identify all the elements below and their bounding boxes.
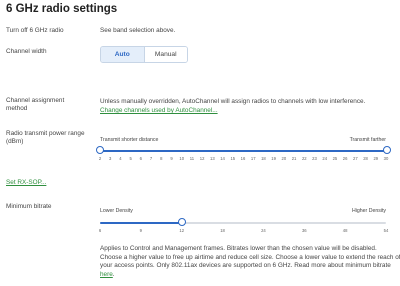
power-tick-27: 27: [353, 156, 358, 161]
bitrate-tick-18: 18: [220, 228, 225, 233]
power-tick-7: 7: [149, 156, 153, 161]
power-tick-22: 22: [301, 156, 307, 161]
power-tick-24: 24: [322, 156, 328, 161]
power-tick-17: 17: [250, 156, 256, 161]
bitrate-tick-12: 12: [179, 228, 185, 233]
power-tick-6: 6: [139, 156, 143, 161]
power-max-label: Transmit farther: [349, 137, 386, 143]
bitrate-track-fill: [100, 222, 182, 224]
channel-width-toggle: Auto Manual: [100, 46, 188, 63]
min-bitrate-label: Minimum bitrate: [6, 203, 52, 210]
power-tick-11: 11: [189, 156, 195, 161]
channel-width-manual-button[interactable]: Manual: [144, 47, 187, 62]
channel-width-auto-button[interactable]: Auto: [101, 47, 145, 62]
change-channels-link[interactable]: Change channels used by AutoChannel...: [100, 107, 218, 114]
power-tick-2: 2: [98, 156, 102, 161]
bitrate-tick-48: 48: [342, 228, 348, 233]
power-tick-29: 29: [373, 156, 379, 161]
power-tick-15: 15: [230, 156, 236, 161]
channel-assignment-description: Unless manually overridden, AutoChannel …: [100, 98, 366, 105]
power-tick-25: 25: [332, 156, 338, 161]
power-tick-3: 3: [109, 156, 112, 161]
power-tick-4: 4: [119, 156, 122, 161]
power-tick-13: 13: [210, 156, 215, 161]
power-tick-21: 21: [291, 156, 297, 161]
power-tick-16: 16: [240, 156, 246, 161]
power-tick-30: 30: [383, 156, 389, 161]
bitrate-tick-9: 9: [139, 228, 143, 233]
power-range-track: [100, 150, 386, 152]
turn-off-value: See band selection above.: [100, 27, 176, 34]
power-tick-26: 26: [342, 156, 348, 161]
power-min-label: Transmit shorter distance: [100, 137, 159, 143]
min-bitrate-slider[interactable]: 6 9 12 18 24 36 48 54: [99, 218, 388, 233]
power-tick-18: 18: [261, 156, 266, 161]
power-low-handle[interactable]: [96, 146, 104, 154]
power-tick-9: 9: [170, 156, 173, 161]
power-tick-8: 8: [160, 156, 163, 161]
power-tick-12: 12: [199, 156, 205, 161]
power-tick-28: 28: [363, 156, 368, 161]
bitrate-lower-density-label: Lower Density: [100, 208, 133, 214]
power-tick-5: 5: [129, 156, 132, 161]
power-high-handle[interactable]: [383, 146, 391, 154]
power-tick-10: 10: [179, 156, 185, 161]
bitrate-tick-54: 54: [383, 228, 389, 233]
power-tick-23: 23: [312, 156, 317, 161]
power-tick-20: 20: [281, 156, 287, 161]
set-rx-sop-link[interactable]: Set RX-SOP...: [6, 179, 46, 186]
turn-off-label: Turn off 6 GHz radio: [6, 27, 64, 34]
bitrate-tick-36: 36: [301, 228, 307, 233]
bitrate-help-link[interactable]: here: [100, 271, 113, 278]
power-range-label: Radio transmit power range (dBm): [6, 130, 85, 145]
power-tick-19: 19: [271, 156, 276, 161]
power-tick-14: 14: [220, 156, 225, 161]
bitrate-higher-density-label: Higher Density: [351, 208, 386, 214]
channel-width-label: Channel width: [6, 48, 47, 55]
page-title: 6 GHz radio settings: [6, 3, 118, 15]
channel-assignment-label: Channel assignment method: [6, 97, 65, 112]
bitrate-tick-6: 6: [98, 228, 102, 233]
bitrate-handle[interactable]: [177, 218, 186, 226]
bitrate-tick-24: 24: [261, 228, 266, 233]
bitrate-help-text: Applies to Control and Management frames…: [100, 245, 400, 278]
power-range-slider[interactable]: 2 3 4 5 6 7 8 9 10 11 12 13 14 15 16 17 18 19 20 21 22 23 24 25…: [96, 146, 391, 161]
